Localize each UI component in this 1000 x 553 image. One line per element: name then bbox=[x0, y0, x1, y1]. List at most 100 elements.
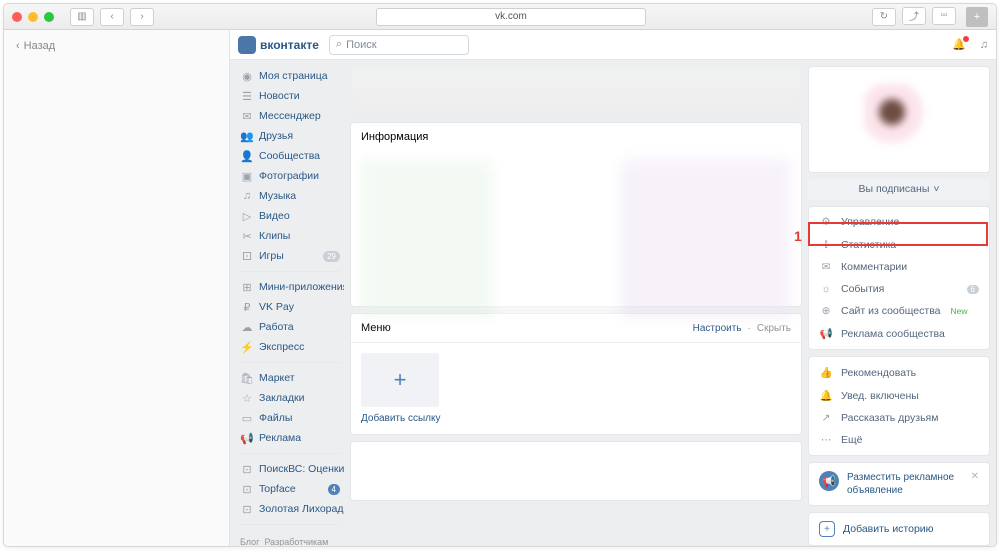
nav-icon: ✉ bbox=[240, 109, 254, 123]
vk-logo-icon bbox=[238, 36, 256, 54]
action-item[interactable]: ⋯Ещё bbox=[809, 429, 989, 451]
nav-item[interactable]: 📢Реклама bbox=[236, 428, 344, 448]
add-link-btn[interactable]: Добавить ссылку bbox=[361, 413, 791, 424]
nav-icon: ▣ bbox=[240, 169, 254, 183]
nav-item[interactable]: ✂Клипы bbox=[236, 226, 344, 246]
nav-item[interactable]: ☁Работа bbox=[236, 317, 344, 337]
nav-icon: ⚡ bbox=[240, 340, 254, 354]
nav-item[interactable]: ⊡Topface4 bbox=[236, 479, 344, 499]
vk-logo[interactable]: вконтакте bbox=[238, 36, 319, 54]
action-item[interactable]: 👍Рекомендовать bbox=[809, 361, 989, 384]
safari-sidebar: ‹ Назад bbox=[4, 30, 230, 546]
action-item[interactable]: ⊕Сайт из сообществаNew bbox=[809, 300, 989, 322]
menu-configure-link[interactable]: Настроить bbox=[693, 323, 742, 334]
action-icon: ✉ bbox=[819, 261, 833, 273]
nav-icon: ⊞ bbox=[240, 280, 254, 294]
nav-item[interactable]: ⊡Золотая Лихорад... bbox=[236, 499, 344, 519]
nav-icon: ⊡ bbox=[240, 502, 254, 516]
nav-icon: ✂ bbox=[240, 229, 254, 243]
action-item[interactable]: ✉Комментарии bbox=[809, 256, 989, 278]
add-menu-tile[interactable]: + bbox=[361, 353, 439, 407]
action-item[interactable]: 📢Реклама сообщества bbox=[809, 322, 989, 345]
nav-item[interactable]: 🛍Маркет bbox=[236, 368, 344, 388]
new-tab-btn[interactable]: + bbox=[966, 7, 988, 27]
sidebar-toggle-btn[interactable]: ▥ bbox=[70, 8, 94, 26]
close-window-btn[interactable] bbox=[12, 12, 22, 22]
annotation-number: 1 bbox=[794, 228, 802, 244]
action-item[interactable]: ⚙Управление bbox=[809, 211, 989, 233]
nav-item[interactable]: 👤Сообщества bbox=[236, 146, 344, 166]
nav-icon: ▭ bbox=[240, 411, 254, 425]
maximize-window-btn[interactable] bbox=[44, 12, 54, 22]
minimize-window-btn[interactable] bbox=[28, 12, 38, 22]
right-column: Вы подписаны˅ 1 ⚙Управление⫾Статистика✉К… bbox=[808, 60, 990, 546]
share-btn[interactable]: ⤴ bbox=[902, 7, 926, 25]
vk-header: вконтакте ⌕ Поиск 🔔 ♫ bbox=[230, 30, 996, 60]
nav-footer: Блог Разработчикам Реклама Ещё ˅ bbox=[236, 530, 344, 546]
reload-btn[interactable]: ↻ bbox=[872, 8, 896, 26]
action-item[interactable]: 🔔Увед. включены bbox=[809, 384, 989, 407]
nav-item[interactable]: ♫Музыка bbox=[236, 186, 344, 206]
nav-item[interactable]: ⚡Экспресс bbox=[236, 337, 344, 357]
promo-card[interactable]: 📢 Разместить рекламное объявление ✕ bbox=[808, 462, 990, 506]
forward-btn[interactable]: › bbox=[130, 8, 154, 26]
menu-hide-link[interactable]: Скрыть bbox=[757, 323, 791, 334]
nav-icon: 📢 bbox=[240, 431, 254, 445]
notifications-icon[interactable]: 🔔 bbox=[952, 38, 966, 51]
nav-icon: ☰ bbox=[240, 89, 254, 103]
action-icon: 🔔 bbox=[819, 389, 833, 402]
action-item[interactable]: ☼События6 bbox=[809, 278, 989, 300]
nav-icon: ☁ bbox=[240, 320, 254, 334]
close-promo-btn[interactable]: ✕ bbox=[971, 471, 979, 497]
community-cover bbox=[350, 66, 802, 116]
action-icon: 👍 bbox=[819, 366, 833, 379]
left-nav: ◉Моя страница☰Новости✉Мессенджер👥Друзья👤… bbox=[236, 60, 344, 546]
music-icon[interactable]: ♫ bbox=[980, 39, 988, 51]
info-card: Информация bbox=[350, 122, 802, 307]
action-item[interactable]: ⫾Статистика bbox=[809, 233, 989, 256]
nav-icon: ⊡ bbox=[240, 482, 254, 496]
nav-item[interactable]: ₽VK Pay bbox=[236, 297, 344, 317]
search-icon: ⌕ bbox=[336, 38, 342, 51]
action-icon: ⫾ bbox=[819, 238, 833, 251]
action-item[interactable]: ↗Рассказать друзьям bbox=[809, 407, 989, 429]
info-title: Информация bbox=[351, 123, 801, 151]
nav-icon: 👥 bbox=[240, 129, 254, 143]
action-icon: ⋯ bbox=[819, 434, 833, 446]
search-input[interactable]: ⌕ Поиск bbox=[329, 35, 469, 55]
tabs-btn[interactable]: ▫▫ bbox=[932, 7, 956, 25]
nav-item[interactable]: ▷Видео bbox=[236, 206, 344, 226]
nav-item[interactable]: ▣Фотографии bbox=[236, 166, 344, 186]
back-btn[interactable]: ‹ bbox=[100, 8, 124, 26]
nav-icon: ₽ bbox=[240, 300, 254, 314]
add-story-btn[interactable]: + Добавить историю bbox=[808, 512, 990, 546]
menu-title: Меню bbox=[361, 322, 391, 334]
action-icon: 📢 bbox=[819, 327, 833, 340]
community-avatar[interactable] bbox=[808, 66, 990, 173]
nav-icon: 👤 bbox=[240, 149, 254, 163]
megaphone-icon: 📢 bbox=[819, 471, 839, 491]
nav-item[interactable]: ⚀Игры29 bbox=[236, 246, 344, 266]
share-actions-card: 👍Рекомендовать🔔Увед. включены↗Рассказать… bbox=[808, 356, 990, 456]
subscribed-button[interactable]: Вы подписаны˅ bbox=[808, 179, 990, 200]
action-icon: ☼ bbox=[819, 283, 833, 295]
browser-titlebar: ▥ ‹ › vk.com ↻ ⤴ ▫▫ + bbox=[4, 4, 996, 30]
nav-item[interactable]: ☰Новости bbox=[236, 86, 344, 106]
nav-item[interactable]: ▭Файлы bbox=[236, 408, 344, 428]
safari-back-link[interactable]: ‹ Назад bbox=[16, 40, 217, 52]
main-column: Информация Меню Настроить · Скрыть + Доб… bbox=[350, 60, 802, 546]
nav-icon: ♫ bbox=[240, 189, 254, 203]
nav-item[interactable]: ⊡ПоискВС: Оценки... bbox=[236, 459, 344, 479]
nav-icon: ⊡ bbox=[240, 462, 254, 476]
action-icon: ⚙ bbox=[819, 216, 833, 228]
nav-icon: ☆ bbox=[240, 391, 254, 405]
nav-item[interactable]: ☆Закладки bbox=[236, 388, 344, 408]
nav-item[interactable]: ⊞Мини-приложения bbox=[236, 277, 344, 297]
url-bar[interactable]: vk.com bbox=[376, 8, 646, 26]
nav-item[interactable]: 👥Друзья bbox=[236, 126, 344, 146]
nav-item[interactable]: ◉Моя страница bbox=[236, 66, 344, 86]
add-story-icon: + bbox=[819, 521, 835, 537]
nav-icon: 🛍 bbox=[240, 371, 254, 385]
nav-item[interactable]: ✉Мессенджер bbox=[236, 106, 344, 126]
manage-actions-card: ⚙Управление⫾Статистика✉Комментарии☼Событ… bbox=[808, 206, 990, 350]
